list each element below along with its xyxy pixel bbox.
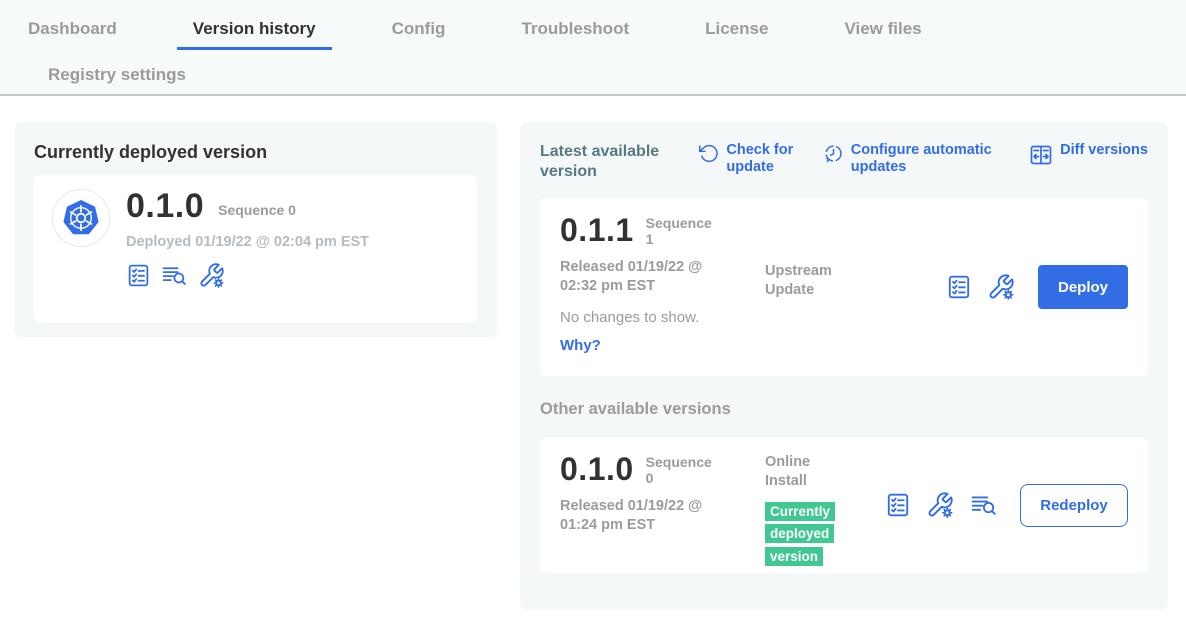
nav-row-1: Dashboard Version history Config Trouble… (0, 0, 1186, 50)
latest-source-column: Upstream Update (765, 214, 865, 360)
deployed-sequence-label: Sequence 0 (218, 202, 296, 223)
latest-sequence-label: Sequence 1 (646, 215, 720, 247)
tab-version-history[interactable]: Version history (177, 12, 332, 50)
other-version-number: 0.1.0 (560, 453, 634, 485)
preflight-checklist-icon[interactable] (885, 492, 911, 518)
deployed-timestamp: Deployed 01/19/22 @ 02:04 pm EST (126, 234, 369, 250)
why-link[interactable]: Why? (560, 337, 601, 354)
diff-versions-link[interactable]: Diff versions (1029, 142, 1148, 172)
other-source-column: Online Install Currently deployed versio… (765, 453, 865, 557)
latest-version-actions: Deploy (946, 265, 1128, 309)
currently-deployed-title: Currently deployed version (34, 142, 477, 163)
view-logs-icon[interactable] (969, 492, 999, 518)
top-navigation: Dashboard Version history Config Trouble… (0, 0, 1186, 96)
currently-deployed-badge: Currently deployed version (765, 501, 843, 568)
latest-version-card: 0.1.1 Sequence 1 Released 01/19/22 @ 02:… (540, 198, 1148, 376)
deployed-version-number: 0.1.0 (126, 189, 204, 223)
other-version-actions: Redeploy (885, 484, 1128, 527)
other-sequence-label: Sequence 0 (646, 454, 720, 486)
other-released-timestamp: Released 01/19/22 @ 01:24 pm EST (560, 497, 738, 535)
preflight-checklist-icon[interactable] (946, 274, 972, 300)
deploy-button[interactable]: Deploy (1038, 265, 1128, 309)
edit-config-icon[interactable] (926, 491, 954, 519)
refresh-arrow-icon (698, 142, 719, 169)
view-logs-icon[interactable] (160, 263, 189, 288)
configure-automatic-updates-label: Configure automatic updates (851, 142, 1011, 177)
preflight-checklist-icon[interactable] (126, 263, 151, 288)
tab-config[interactable]: Config (376, 12, 462, 50)
tab-troubleshoot[interactable]: Troubleshoot (505, 12, 645, 50)
latest-source-label: Upstream Update (765, 262, 845, 300)
diff-versions-label: Diff versions (1060, 142, 1148, 159)
redeploy-button[interactable]: Redeploy (1020, 484, 1128, 527)
kubernetes-logo (52, 189, 110, 247)
latest-available-title: Latest available version (540, 142, 680, 182)
deployed-version-card: 0.1.0 Sequence 0 Deployed 01/19/22 @ 02:… (34, 175, 477, 323)
clock-refresh-icon (823, 142, 844, 169)
other-source-label: Online Install (765, 453, 845, 491)
currently-deployed-badge-text: Currently deployed version (765, 502, 835, 566)
tab-license[interactable]: License (689, 12, 784, 50)
available-versions-panel: Latest available version Check for updat… (520, 122, 1168, 610)
nav-row-2: Registry settings (0, 50, 1186, 90)
latest-version-number: 0.1.1 (560, 214, 634, 246)
latest-released-timestamp: Released 01/19/22 @ 02:32 pm EST (560, 258, 738, 296)
edit-config-icon[interactable] (198, 262, 225, 289)
check-for-update-label: Check for update (726, 142, 804, 177)
no-changes-note: No changes to show. (560, 309, 765, 326)
other-version-info: 0.1.0 Sequence 0 Released 01/19/22 @ 01:… (560, 453, 765, 557)
other-version-card: 0.1.0 Sequence 0 Released 01/19/22 @ 01:… (540, 437, 1148, 573)
latest-version-info: 0.1.1 Sequence 1 Released 01/19/22 @ 02:… (560, 214, 765, 360)
tab-registry-settings[interactable]: Registry settings (32, 58, 202, 90)
currently-deployed-panel: Currently deployed version 0.1.0 (14, 122, 497, 337)
available-versions-header: Latest available version Check for updat… (540, 142, 1148, 182)
other-available-versions-heading: Other available versions (540, 400, 1148, 419)
tab-dashboard[interactable]: Dashboard (12, 12, 133, 50)
check-for-update-link[interactable]: Check for update (698, 142, 804, 177)
configure-automatic-updates-link[interactable]: Configure automatic updates (823, 142, 1011, 177)
deployed-version-info: 0.1.0 Sequence 0 Deployed 01/19/22 @ 02:… (126, 189, 369, 309)
edit-config-icon[interactable] (987, 273, 1015, 301)
tab-view-files[interactable]: View files (828, 12, 937, 50)
diff-columns-icon (1029, 142, 1053, 172)
